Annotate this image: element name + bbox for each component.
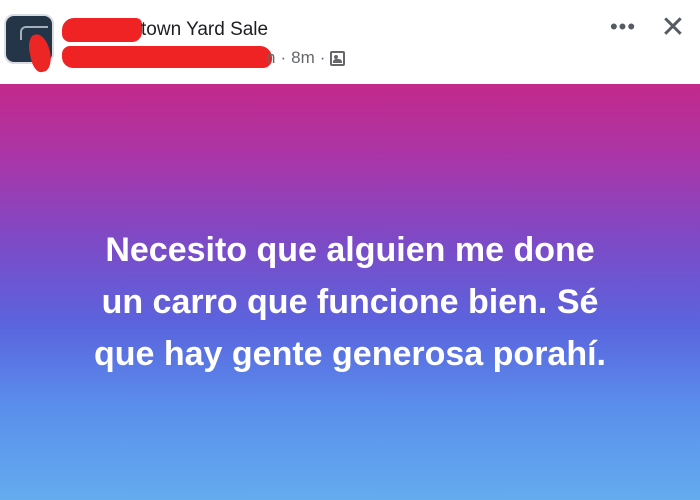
more-options-button[interactable]: •••: [606, 10, 640, 44]
group-name-link[interactable]: town Yard Sale: [141, 19, 268, 41]
post-meta: n · 8m ·: [266, 48, 346, 68]
meta-separator: ·: [280, 48, 287, 67]
audience-icon[interactable]: [330, 50, 346, 66]
redaction-bar-author: [62, 46, 272, 68]
more-icon: •••: [609, 14, 637, 39]
post-text: Necesito que alguien me done un carro qu…: [93, 231, 606, 373]
close-icon: ✕: [660, 10, 686, 44]
close-button[interactable]: ✕: [656, 10, 690, 44]
author-name-fragment: n: [266, 48, 276, 67]
post-header: town Yard Sale n · 8m · ••• ✕: [0, 0, 700, 84]
redaction-bar-group-name: [62, 18, 142, 42]
post-timestamp[interactable]: 8m: [291, 48, 315, 68]
facebook-post: town Yard Sale n · 8m · ••• ✕ Necesito q…: [0, 0, 700, 500]
post-background: Necesito que alguien me done un carro qu…: [0, 84, 700, 500]
meta-separator: ·: [319, 48, 326, 67]
